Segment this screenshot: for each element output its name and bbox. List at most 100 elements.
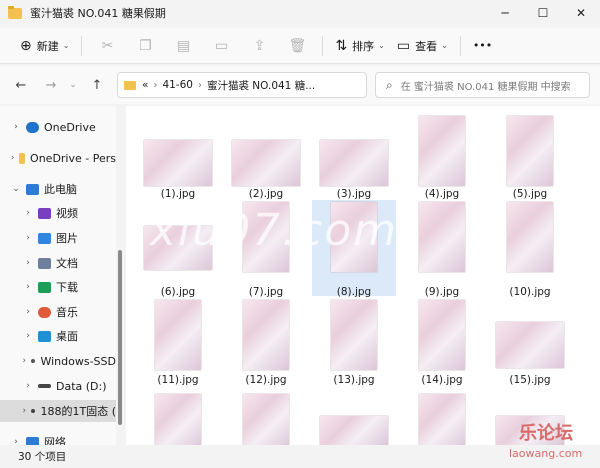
- file-grid: (1).jpg (2).jpg (3).jpg (4).jpg (5).jpg (6).j…: [126, 106, 600, 445]
- sidebar-item[interactable]: › OneDrive - Pers: [0, 147, 116, 169]
- image-thumbnail: [419, 394, 465, 445]
- sidebar-item[interactable]: › 音乐: [0, 301, 116, 323]
- file-item[interactable]: (4).jpg: [400, 110, 484, 206]
- sidebar-item[interactable]: › Data (D:): [0, 375, 116, 397]
- up-button[interactable]: ↑: [84, 72, 110, 98]
- sidebar-item[interactable]: ⌄ 此电脑: [0, 178, 116, 200]
- file-item[interactable]: (5).jpg: [488, 110, 572, 206]
- cut-icon: ✂: [101, 37, 114, 54]
- search-input[interactable]: ⌕ 在 蜜汁猫裘 NO.041 糖果假期 中搜索: [375, 72, 590, 98]
- video-icon: [38, 207, 51, 219]
- image-thumbnail: [419, 300, 465, 370]
- file-name: (13).jpg: [333, 374, 375, 386]
- file-item[interactable]: (15).jpg: [488, 296, 572, 392]
- image-thumbnail: [496, 322, 564, 368]
- chevron-icon[interactable]: ›: [22, 406, 27, 416]
- cut-button[interactable]: ✂: [88, 32, 126, 60]
- search-icon: ⌕: [386, 77, 393, 92]
- image-thumbnail: [155, 394, 201, 445]
- file-item[interactable]: (6).jpg: [136, 206, 220, 302]
- file-item[interactable]: [400, 390, 484, 445]
- delete-button[interactable]: 🗑: [278, 32, 316, 60]
- sidebar-item-label: 音乐: [56, 306, 78, 319]
- more-button[interactable]: •••: [467, 32, 498, 60]
- file-item[interactable]: (2).jpg: [224, 110, 308, 206]
- file-item[interactable]: (7).jpg: [224, 202, 308, 302]
- desktop-icon: [38, 330, 51, 342]
- paste-icon: ▤: [176, 37, 191, 54]
- file-item[interactable]: [312, 390, 396, 445]
- maximize-button[interactable]: ☐: [524, 0, 562, 26]
- delete-icon: 🗑: [288, 37, 307, 54]
- file-item[interactable]: [136, 390, 220, 445]
- view-label: 查看: [415, 39, 438, 53]
- breadcrumb-item[interactable]: 蜜汁猫裘 NO.041 糖...: [207, 78, 315, 93]
- sidebar-item[interactable]: › OneDrive: [0, 116, 116, 138]
- share-icon: ⇪: [253, 37, 266, 54]
- chevron-icon[interactable]: ›: [22, 282, 34, 292]
- sidebar-item[interactable]: › 网络: [0, 431, 116, 445]
- chevron-icon[interactable]: ⌄: [10, 184, 22, 194]
- image-thumbnail: [496, 416, 564, 445]
- chevron-down-icon: ⌄: [441, 41, 448, 50]
- sidebar-item-label: 188的1T固态 (: [40, 405, 116, 418]
- chevron-icon[interactable]: ›: [22, 356, 27, 366]
- chevron-icon[interactable]: ›: [22, 307, 34, 317]
- file-item[interactable]: (12).jpg: [224, 296, 308, 392]
- file-item[interactable]: (1).jpg: [136, 110, 220, 206]
- chevron-icon[interactable]: ›: [22, 258, 34, 268]
- sort-icon: ⇅: [335, 37, 348, 54]
- sidebar-item[interactable]: › 桌面: [0, 325, 116, 347]
- sidebar-item[interactable]: › 文档: [0, 252, 116, 274]
- sidebar-item[interactable]: › 188的1T固态 (: [0, 400, 116, 422]
- sidebar-item-label: 下载: [56, 281, 78, 294]
- file-item[interactable]: (14).jpg: [400, 296, 484, 392]
- breadcrumb-item[interactable]: 41-60: [162, 79, 193, 91]
- sidebar-scrollbar[interactable]: [118, 250, 122, 425]
- close-button[interactable]: ✕: [562, 0, 600, 26]
- sidebar-item[interactable]: › Windows-SSD: [0, 350, 116, 372]
- file-item[interactable]: [224, 390, 308, 445]
- sidebar-item[interactable]: › 下载: [0, 276, 116, 298]
- file-item[interactable]: (13).jpg: [312, 296, 396, 392]
- divider: [459, 35, 461, 56]
- drive-icon: [38, 384, 51, 388]
- forward-button[interactable]: →: [38, 72, 64, 98]
- chevron-icon[interactable]: ›: [22, 381, 34, 391]
- drive-icon: [30, 409, 36, 413]
- breadcrumb-overflow[interactable]: «: [142, 79, 148, 91]
- image-thumbnail: [331, 300, 377, 370]
- image-thumbnail: [507, 116, 553, 186]
- rename-button[interactable]: ▭: [202, 32, 240, 60]
- chevron-icon[interactable]: ›: [22, 233, 34, 243]
- chevron-icon[interactable]: ›: [10, 437, 22, 445]
- file-item[interactable]: (8).jpg: [312, 200, 396, 298]
- item-count: 30 个项目: [18, 451, 67, 463]
- paste-button[interactable]: ▤: [164, 32, 202, 60]
- recent-button[interactable]: ⌄: [64, 72, 82, 98]
- image-thumbnail: [243, 202, 289, 272]
- chevron-icon[interactable]: ›: [22, 208, 34, 218]
- sidebar-item[interactable]: › 视频: [0, 202, 116, 224]
- file-item[interactable]: (3).jpg: [312, 110, 396, 206]
- chevron-icon[interactable]: ›: [10, 122, 22, 132]
- view-button[interactable]: ▭ 查看 ⌄: [391, 32, 454, 60]
- file-item[interactable]: [488, 390, 572, 445]
- back-button[interactable]: ←: [8, 72, 34, 98]
- arrow-up-icon: ↑: [91, 77, 103, 93]
- divider: [81, 35, 83, 56]
- file-item[interactable]: (11).jpg: [136, 296, 220, 392]
- sort-button[interactable]: ⇅ 排序 ⌄: [329, 32, 390, 60]
- file-name: (2).jpg: [248, 188, 284, 200]
- copy-button[interactable]: ❐: [126, 32, 164, 60]
- file-item[interactable]: (9).jpg: [400, 202, 484, 302]
- file-item[interactable]: (10).jpg: [488, 202, 572, 302]
- address-bar[interactable]: « › 41-60 › 蜜汁猫裘 NO.041 糖...: [117, 72, 367, 98]
- chevron-icon[interactable]: ›: [10, 153, 15, 163]
- chevron-icon[interactable]: ›: [22, 331, 34, 341]
- image-thumbnail: [331, 202, 377, 272]
- new-button[interactable]: ⊕ 新建 ⌄: [14, 32, 75, 60]
- share-button[interactable]: ⇪: [240, 32, 278, 60]
- sidebar-item[interactable]: › 图片: [0, 227, 116, 249]
- minimize-button[interactable]: ─: [486, 0, 524, 26]
